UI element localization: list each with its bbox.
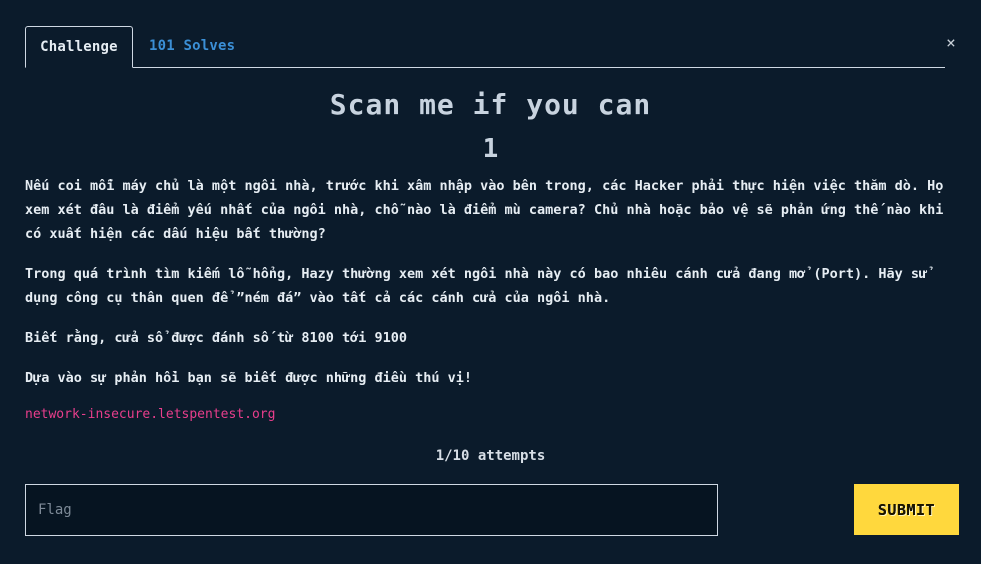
challenge-tabs: Challenge 101 Solves	[25, 26, 945, 68]
challenge-description: Nếu coi mỗi máy chủ là một ngôi nhà, trư…	[25, 174, 960, 406]
description-paragraph: Trong quá trình tìm kiếm lỗ hổng, Hazy t…	[25, 266, 928, 306]
challenge-points: 1	[482, 134, 499, 164]
challenge-title: Scan me if you can	[329, 88, 652, 121]
submit-button[interactable]: SUBMIT	[854, 484, 959, 535]
tab-challenge[interactable]: Challenge	[25, 26, 133, 68]
flag-input[interactable]	[25, 484, 718, 536]
close-icon[interactable]: ×	[944, 35, 958, 51]
challenge-host: network-insecure.letspentest.org	[25, 407, 276, 422]
tab-solves[interactable]: 101 Solves	[149, 26, 235, 66]
description-paragraph: Dựa vào sự phản hồi bạn sẽ biết được nhữ…	[25, 370, 473, 386]
description-paragraph: Nếu coi mỗi máy chủ là một ngôi nhà, trư…	[25, 178, 944, 242]
description-paragraph: Biết rằng, cửa sổ được đánh số từ 8100 t…	[25, 330, 408, 346]
attempts-counter: 1/10 attempts	[435, 448, 546, 464]
